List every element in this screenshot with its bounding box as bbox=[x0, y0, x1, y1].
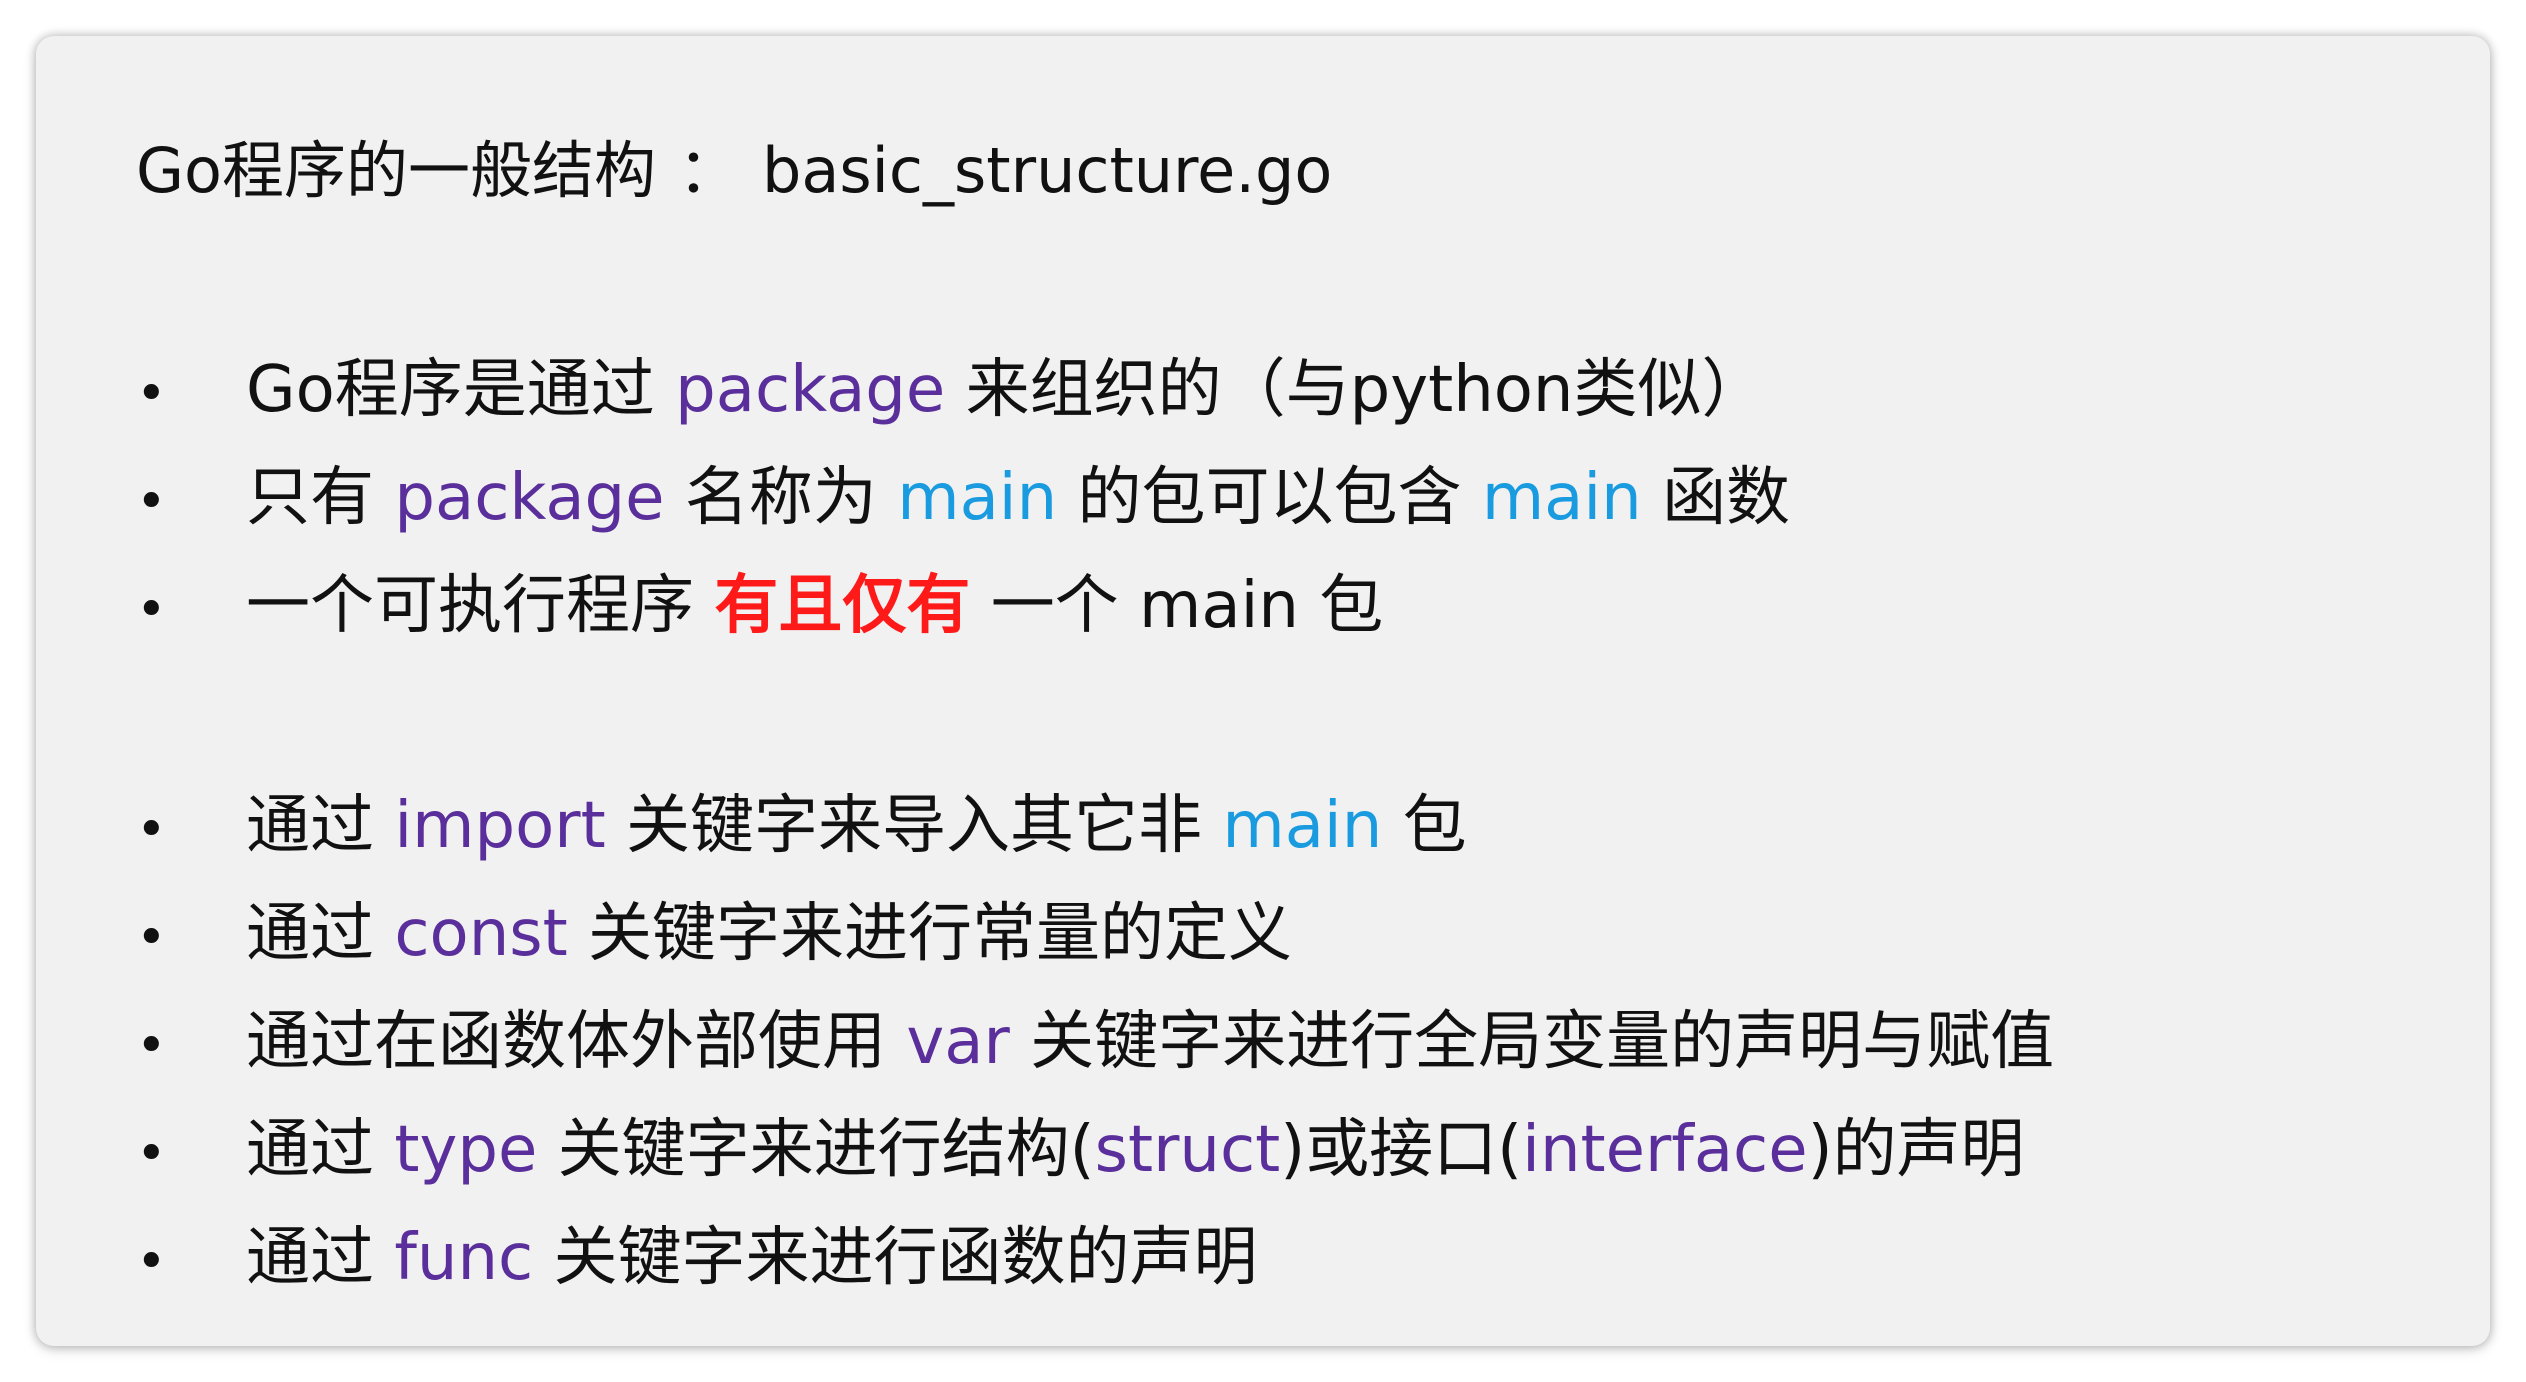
bullet-text: 通过 bbox=[246, 789, 395, 863]
bullet-marker: • bbox=[136, 1016, 167, 1076]
bullet-marker: • bbox=[136, 908, 167, 968]
keyword-package: package bbox=[675, 353, 946, 427]
bullet-text: 关键字来导入其它非 bbox=[605, 789, 1223, 863]
bullet-text: )或接口( bbox=[1280, 1113, 1523, 1187]
keyword-type: type bbox=[394, 1113, 538, 1187]
bullet-text: 通过 bbox=[246, 1113, 395, 1187]
keyword-main: main bbox=[1481, 461, 1642, 535]
bullet-marker: • bbox=[136, 580, 167, 640]
keyword-import: import bbox=[394, 789, 606, 863]
bullet-item-single-main: • 一个可执行程序 有且仅有 一个 main 包 bbox=[136, 558, 1383, 654]
bullet-item-main-package: • 只有 package 名称为 main 的包可以包含 main 函数 bbox=[136, 450, 1790, 546]
bullet-text: 关键字来进行函数的声明 bbox=[533, 1221, 1258, 1295]
bullet-text: 一个 main 包 bbox=[970, 569, 1384, 643]
bullet-text: 只有 bbox=[246, 461, 395, 535]
title-heading: Go程序的一般结构 bbox=[136, 134, 656, 207]
bullet-text: Go程序是通过 bbox=[246, 353, 676, 427]
bullet-text: 关键字来进行结构( bbox=[537, 1113, 1095, 1187]
bullet-item-func: • 通过 func 关键字来进行函数的声明 bbox=[136, 1210, 1258, 1306]
keyword-package: package bbox=[394, 461, 665, 535]
emphasis-only-one: 有且仅有 bbox=[714, 569, 971, 643]
bullet-marker: • bbox=[136, 472, 167, 532]
title-separator: ： bbox=[677, 134, 740, 207]
slide-panel: Go程序的一般结构 ： basic_structure.go • Go程序是通过 pa… bbox=[36, 36, 2490, 1346]
bullet-text: 关键字来进行全局变量的声明与赋值 bbox=[1009, 1005, 2055, 1079]
bullet-item-package: • Go程序是通过 package 来组织的（与python类似） bbox=[136, 342, 1766, 438]
bullet-text: 来组织的（与python类似） bbox=[945, 353, 1766, 427]
bullet-text: 关键字来进行常量的定义 bbox=[567, 897, 1293, 971]
bullet-marker: • bbox=[136, 800, 167, 860]
bullet-text: 包 bbox=[1382, 789, 1467, 863]
bullet-text: 通过 bbox=[246, 1221, 395, 1295]
bullet-item-var: • 通过在函数体外部使用 var 关键字来进行全局变量的声明与赋值 bbox=[136, 994, 2054, 1090]
bullet-text: 通过在函数体外部使用 bbox=[246, 1005, 907, 1079]
keyword-struct: struct bbox=[1094, 1113, 1281, 1187]
bullet-marker: • bbox=[136, 1124, 167, 1184]
keyword-interface: interface bbox=[1522, 1113, 1808, 1187]
bullet-text: 通过 bbox=[246, 897, 395, 971]
slide-title: Go程序的一般结构 ： basic_structure.go bbox=[136, 126, 1332, 216]
bullet-item-type: • 通过 type 关键字来进行结构(struct)或接口(interface)的… bbox=[136, 1102, 2025, 1198]
bullet-marker: • bbox=[136, 364, 167, 424]
title-filename: basic_structure.go bbox=[762, 134, 1333, 207]
bullet-text: )的声明 bbox=[1807, 1113, 2025, 1187]
bullet-text: 一个可执行程序 bbox=[246, 569, 715, 643]
keyword-main: main bbox=[897, 461, 1058, 535]
bullet-item-const: • 通过 const 关键字来进行常量的定义 bbox=[136, 886, 1292, 982]
keyword-main: main bbox=[1222, 789, 1383, 863]
bullet-item-import: • 通过 import 关键字来导入其它非 main 包 bbox=[136, 778, 1467, 874]
bullet-text: 名称为 bbox=[664, 461, 898, 535]
bullet-marker: • bbox=[136, 1232, 167, 1292]
bullet-text: 的包可以包含 bbox=[1057, 461, 1482, 535]
bullet-text: 函数 bbox=[1641, 461, 1791, 535]
keyword-const: const bbox=[394, 897, 568, 971]
keyword-func: func bbox=[394, 1221, 534, 1295]
keyword-var: var bbox=[906, 1005, 1010, 1079]
